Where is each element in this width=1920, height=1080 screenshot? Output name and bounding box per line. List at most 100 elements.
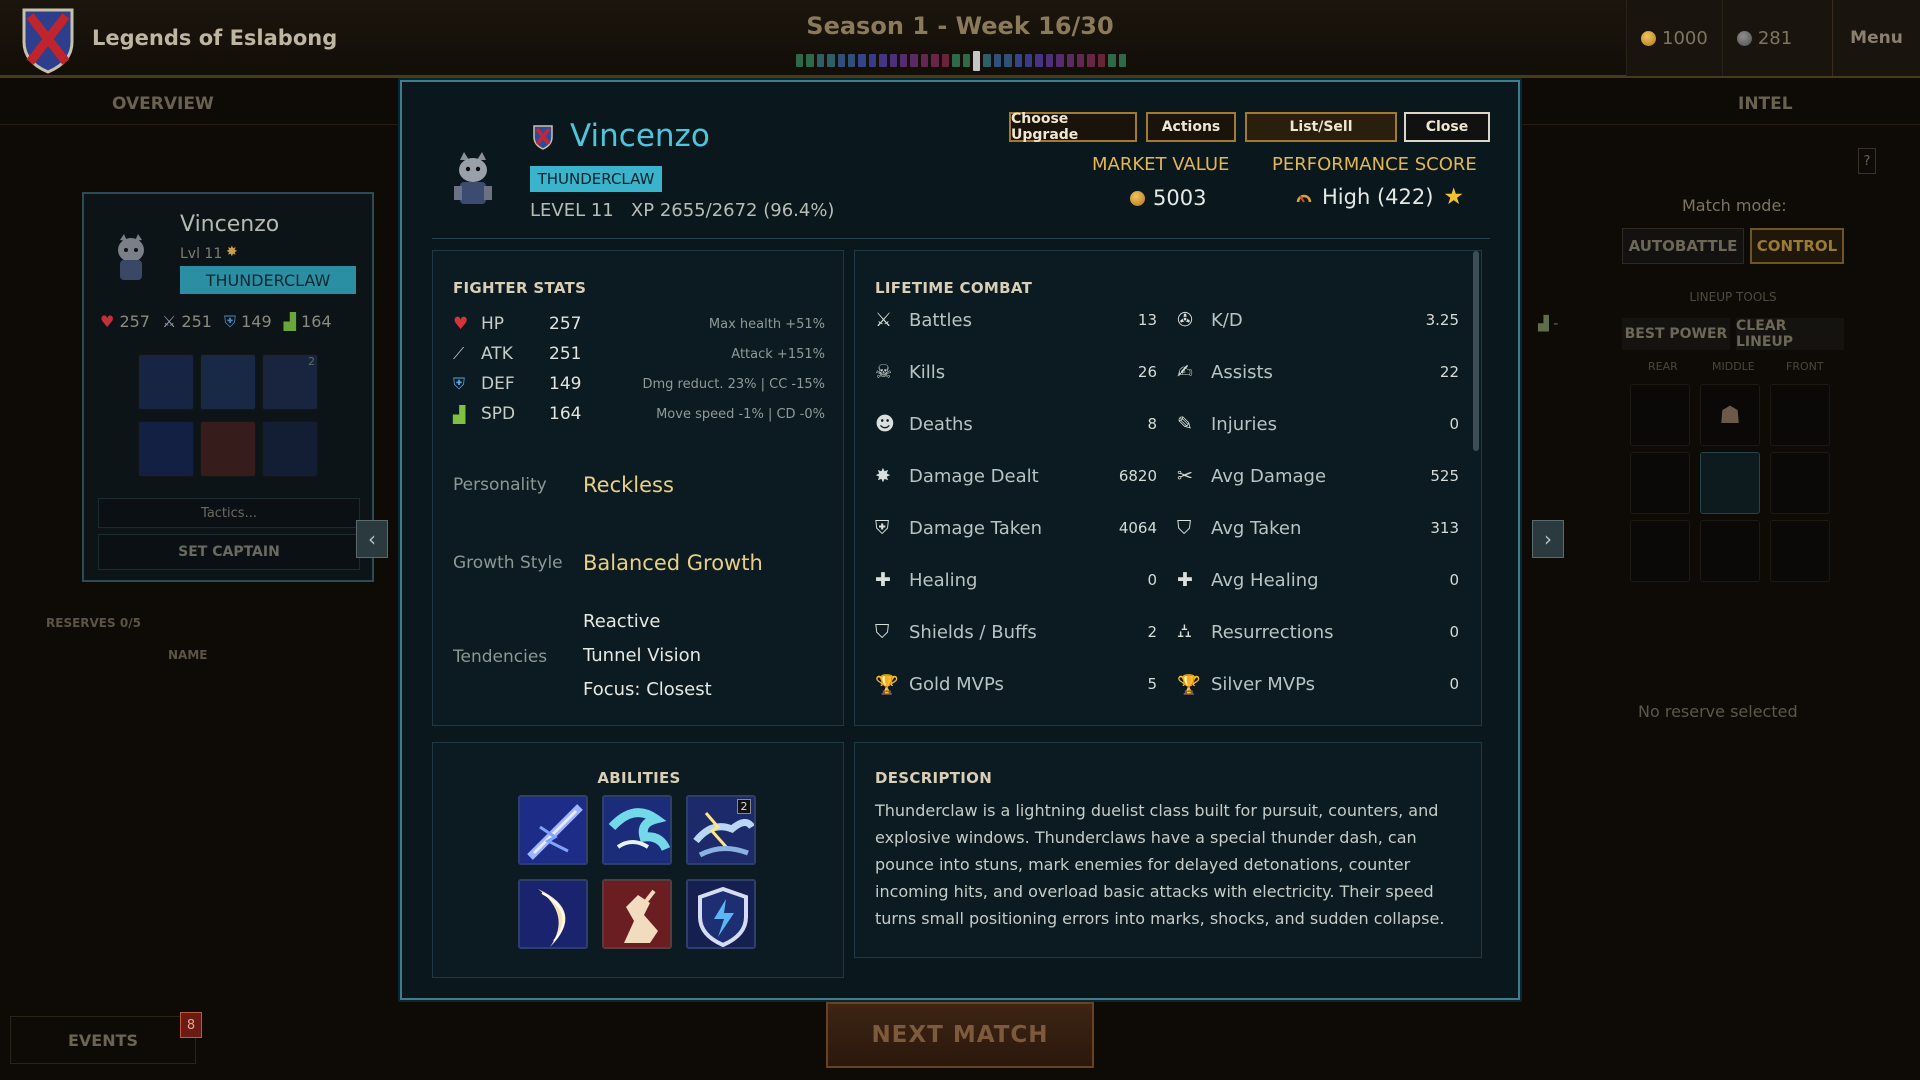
atk-stat: ⚔ 251 [161,312,212,331]
menu-button[interactable]: Menu [1832,0,1920,76]
ability-slot[interactable] [138,354,194,410]
def-stat: ⛨ 149 [223,312,272,331]
personality-label: Personality [453,475,547,495]
crossed-blades-icon: ✂ [1177,465,1193,487]
prev-fighter-button[interactable]: ‹ [356,520,388,558]
close-button[interactable]: Close [1404,112,1490,142]
combat-row-k-d: ✇ K/D 3.25 [1177,303,1459,337]
next-match-button[interactable]: NEXT MATCH [826,1002,1094,1068]
ability-slot[interactable] [262,421,318,477]
best-power-button[interactable]: BEST POWER [1622,318,1730,350]
lineup-slot[interactable] [1770,520,1830,582]
ability-slot[interactable] [138,421,194,477]
stats-list: ♥ HP 257 Max health +51% ⟋ ATK 251 Attac… [453,309,825,439]
week-segment [1024,54,1033,67]
autobattle-toggle[interactable]: AUTOBATTLE [1622,228,1744,264]
lineup-slot[interactable]: ☗ [1700,384,1760,446]
events-button[interactable]: EVENTS [10,1016,196,1064]
spd-mini-stat: ▟ - [1538,316,1559,332]
set-captain-button[interactable]: SET CAPTAIN [98,534,360,570]
ability-storm-wave[interactable] [602,795,672,865]
week-segment [1004,54,1012,67]
actions-button[interactable]: Actions [1146,112,1236,142]
ability-slot[interactable] [200,354,256,410]
control-toggle[interactable]: CONTROL [1750,228,1844,264]
tab-overview[interactable]: OVERVIEW [112,94,214,114]
ability-dash-figure[interactable] [602,879,672,949]
gem-icon [1736,30,1752,46]
fighter-card[interactable]: Vincenzo Lvl 11 ✸ THUNDERCLAW ♥ 257 ⚔ 25… [82,192,374,582]
combat-row-injuries: ✎ Injuries 0 [1177,407,1459,441]
lineup-slot[interactable] [1630,384,1690,446]
combat-value: 313 [1430,519,1459,537]
combat-scrollbar[interactable] [1473,251,1479,451]
events-badge: 8 [180,1012,202,1038]
lineup-tools-label: LINEUP TOOLS [1689,290,1777,304]
lineup-slot[interactable] [1770,452,1830,514]
week-segment [816,54,825,67]
week-segment [879,54,887,67]
lineup-slot[interactable] [1770,384,1830,446]
week-segment [1045,54,1054,67]
next-fighter-button[interactable]: › [1532,520,1564,558]
ability-lightning-shield[interactable] [686,879,756,949]
combat-label: K/D [1211,309,1243,331]
gold-counter: 1000 [1626,0,1722,76]
tendency-1: Reactive [583,611,661,632]
ability-crescent-slash[interactable] [518,879,588,949]
star-icon: ★ [1443,184,1465,210]
combat-label: Assists [1211,361,1273,383]
boot-icon: ▟ [283,312,296,331]
lineup-slot[interactable] [1700,520,1760,582]
tab-intel[interactable]: INTEL [1738,94,1793,114]
week-segment [993,54,1002,67]
combat-row-silver-mvps: 🏆 Silver MVPs 0 [1177,667,1459,701]
choose-upgrade-button[interactable]: Choose Upgrade [1009,111,1137,143]
chevron-right-icon: › [1544,527,1552,551]
fighter-stats-title: FIGHTER STATS [453,279,587,297]
handshake-icon: ✍ [1177,361,1193,383]
ability-slot[interactable]: 2 [262,354,318,410]
performance-score-label: PERFORMANCE SCORE [1272,154,1477,175]
shield-icon: ⛨ [453,374,466,393]
week-segment [983,54,991,67]
week-segment [889,54,898,67]
sword-icon: ⚔ [161,312,177,331]
market-value-label: MARKET VALUE [1092,154,1230,175]
week-segment [1035,54,1043,67]
combat-row-avg-healing: ✚ Avg Healing 0 [1177,563,1459,597]
combat-label: Injuries [1211,413,1277,435]
fighter-avatar [108,232,154,284]
ability-thunder-strike[interactable] [518,795,588,865]
lifetime-combat-title: LIFETIME COMBAT [875,279,1033,297]
silver-trophy-icon: 🏆 [1177,673,1201,696]
tactics-button[interactable]: Tactics... [98,498,360,528]
combat-list-right: ✇ K/D 3.25 ✍ Assists 22 ✎ Injuries 0 ✂ Avg Damage 5… [1177,303,1459,723]
help-button[interactable]: ? [1858,148,1876,174]
combat-row-shields-buffs: ⛉ Shields / Buffs 2 [875,615,1157,649]
combat-row-assists: ✍ Assists 22 [1177,355,1459,389]
fighter-name: Vincenzo [570,118,710,154]
level-star-icon: ✸ [226,244,238,260]
combat-label: Silver MVPs [1211,673,1316,695]
thunder-strike-icon [520,797,586,863]
skull-icon: ☠ [875,361,893,383]
lineup-slot[interactable] [1630,452,1690,514]
stat-row-spd: ▟ SPD 164 Move speed -1% | CD -0% [453,404,825,424]
combat-value: 0 [1147,571,1157,589]
gold-coin-icon [1130,190,1145,206]
sword-icon: ⟋ [453,344,465,363]
target-icon: ✇ [1177,309,1193,331]
cracked-shield-icon: ⛨ [875,517,890,539]
list-sell-button[interactable]: List/Sell [1245,112,1397,142]
ability-slot[interactable] [200,421,256,477]
week-segment [1118,54,1126,67]
combat-label: Gold MVPs [909,673,1004,695]
no-reserve-text: No reserve selected [1638,702,1798,721]
week-segment [920,54,929,67]
lineup-slot-selected[interactable] [1700,452,1760,514]
clear-lineup-button[interactable]: CLEAR LINEUP [1736,318,1844,350]
lineup-slot[interactable] [1630,520,1690,582]
week-segment [941,54,950,67]
ability-lightning-wolf[interactable]: 2 [686,795,756,865]
